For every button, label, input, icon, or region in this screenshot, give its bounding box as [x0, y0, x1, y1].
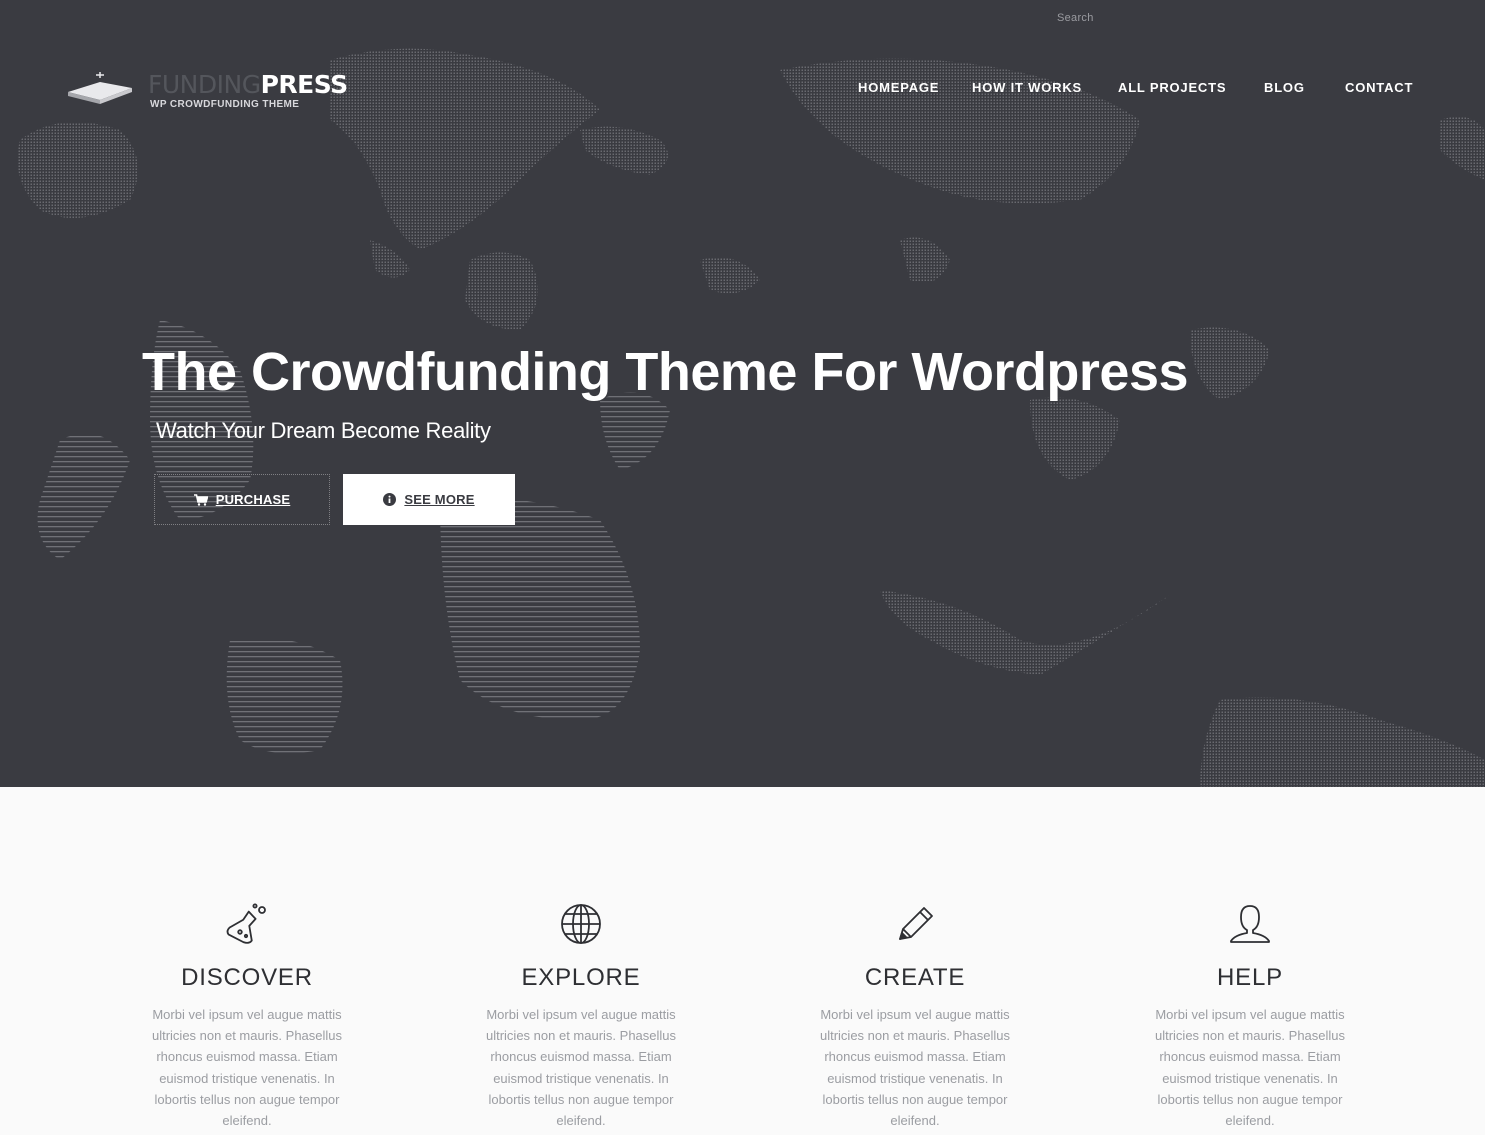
- feature-description: Morbi vel ipsum vel augue mattis ultrici…: [1154, 1007, 1346, 1129]
- main-navigation: HOMEPAGE HOW IT WORKS ALL PROJECTS BLOG …: [0, 80, 1485, 100]
- see-more-button[interactable]: SEE MORE: [343, 474, 515, 525]
- nav-item-how-it-works[interactable]: HOW IT WORKS: [972, 80, 1082, 95]
- pencil-icon: [899, 907, 933, 940]
- see-more-button-label: SEE MORE: [404, 492, 475, 507]
- feature-description: Morbi vel ipsum vel augue mattis ultrici…: [485, 1007, 677, 1129]
- search-link[interactable]: Search: [1057, 12, 1094, 24]
- hero-subtitle: Watch Your Dream Become Reality: [156, 418, 491, 443]
- nav-item-homepage[interactable]: HOMEPAGE: [858, 80, 939, 95]
- globe-icon: [561, 904, 601, 944]
- nav-item-blog[interactable]: BLOG: [1264, 80, 1305, 95]
- flask-icon: [226, 903, 266, 944]
- feature-title: HELP: [1217, 964, 1283, 991]
- feature-title: CREATE: [864, 964, 966, 991]
- purchase-button-label: PURCHASE: [215, 492, 291, 507]
- hero-section: Search FUNDINGPRESS WP CROWDFUNDING THEM…: [0, 0, 1485, 787]
- user-icon: [1230, 905, 1270, 943]
- feature-description: Morbi vel ipsum vel augue mattis ultrici…: [151, 1007, 343, 1129]
- features-section: DISCOVER Morbi vel ipsum vel augue matti…: [0, 787, 1485, 1135]
- feature-help: HELP Morbi vel ipsum vel augue mattis ul…: [1130, 900, 1370, 1131]
- nav-item-all-projects[interactable]: ALL PROJECTS: [1118, 80, 1226, 95]
- feature-title: EXPLORE: [521, 964, 641, 991]
- feature-discover: DISCOVER Morbi vel ipsum vel augue matti…: [127, 900, 367, 1131]
- cart-icon: [193, 493, 208, 506]
- feature-title: DISCOVER: [181, 964, 313, 991]
- hero-title: The Crowdfunding Theme For Wordpress: [142, 342, 1189, 402]
- feature-create: CREATE Morbi vel ipsum vel augue mattis …: [795, 900, 1035, 1131]
- info-circle-icon: [383, 493, 397, 506]
- feature-explore: EXPLORE Morbi vel ipsum vel augue mattis…: [461, 900, 701, 1131]
- purchase-button[interactable]: PURCHASE: [154, 474, 330, 525]
- nav-item-contact[interactable]: CONTACT: [1345, 80, 1413, 95]
- feature-description: Morbi vel ipsum vel augue mattis ultrici…: [819, 1007, 1011, 1129]
- logo-tagline: WP CROWDFUNDING THEME: [150, 99, 300, 110]
